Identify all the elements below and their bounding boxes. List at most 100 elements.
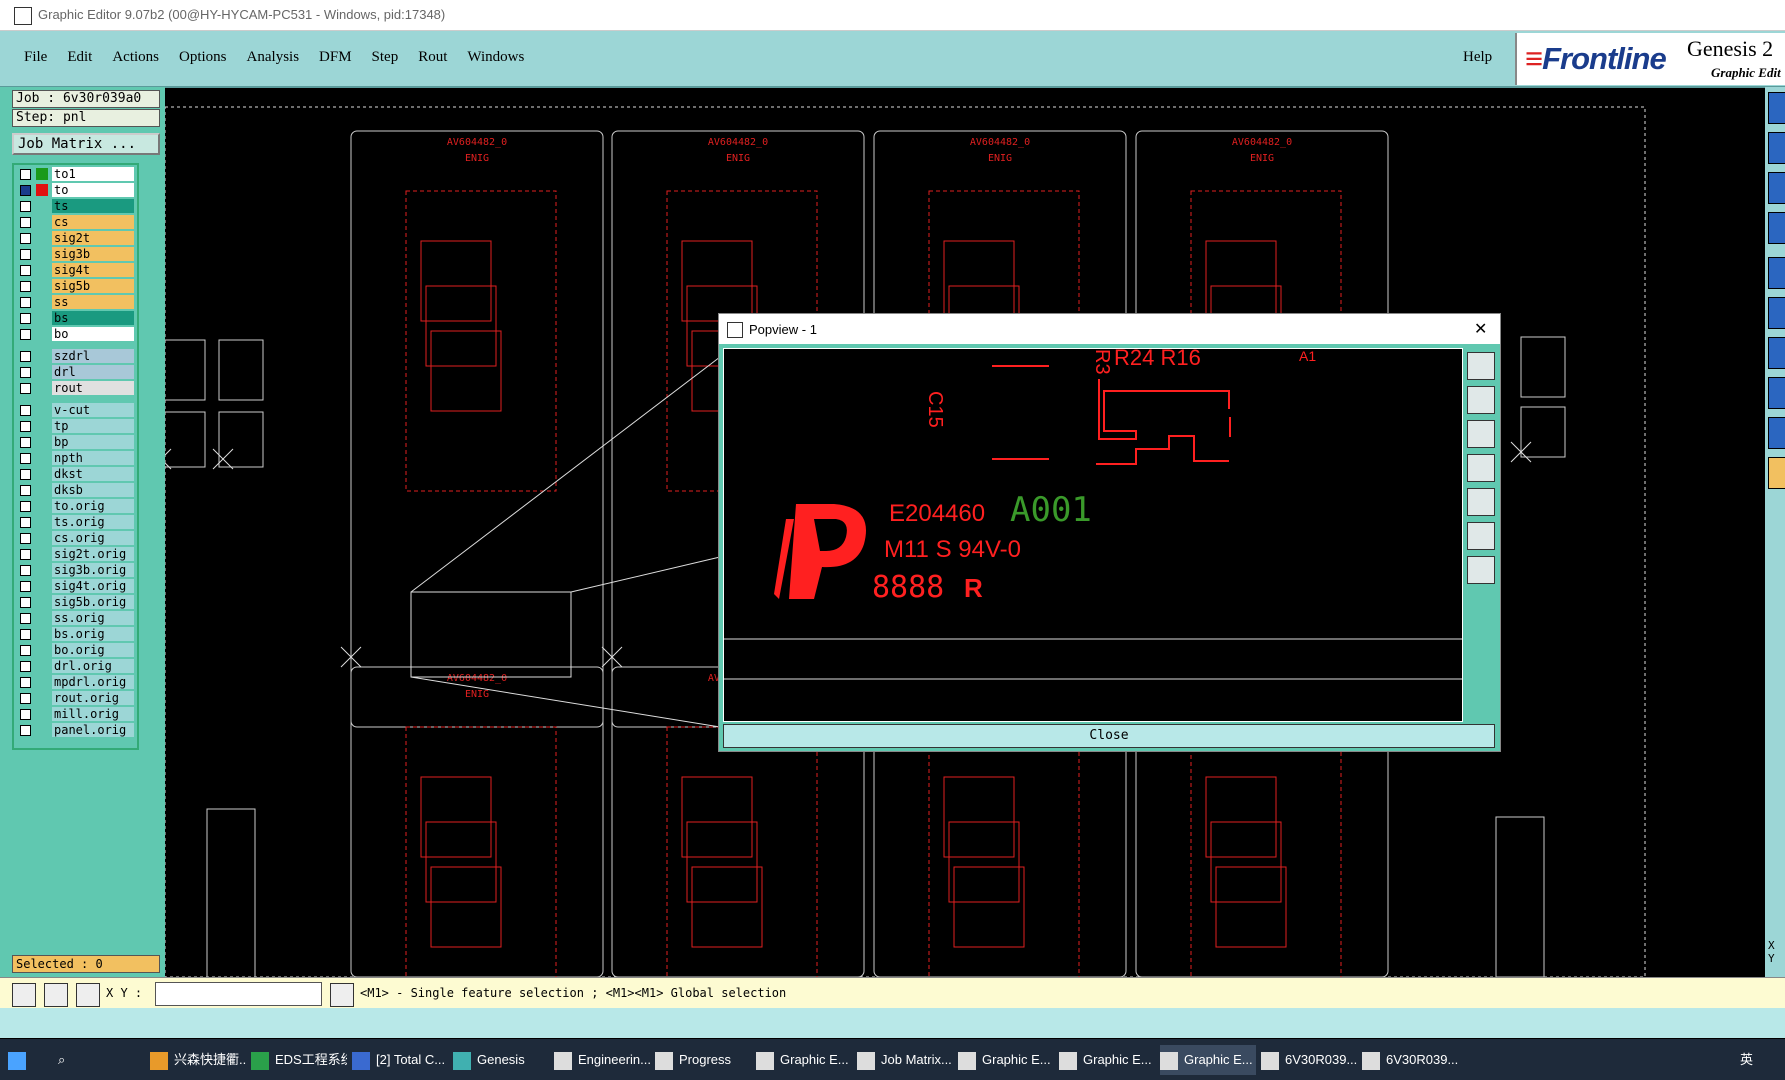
xy-input[interactable] bbox=[155, 982, 322, 1006]
layer-checkbox[interactable] bbox=[20, 383, 31, 394]
layer-row-bs[interactable]: bs bbox=[16, 311, 134, 325]
menu-options[interactable]: Options bbox=[169, 49, 237, 66]
layer-row-tp[interactable]: tp bbox=[16, 419, 134, 433]
layer-checkbox[interactable] bbox=[20, 405, 31, 416]
layer-row-mpdrl.orig[interactable]: mpdrl.orig bbox=[16, 675, 134, 689]
start-button[interactable] bbox=[8, 1045, 32, 1075]
layer-name[interactable]: bo.orig bbox=[52, 643, 134, 657]
layer-row-dkst[interactable]: dkst bbox=[16, 467, 134, 481]
pop-tool-1[interactable] bbox=[1467, 352, 1495, 380]
layer-name[interactable]: to.orig bbox=[52, 499, 134, 513]
layer-name[interactable]: ts.orig bbox=[52, 515, 134, 529]
select-tool-icon[interactable] bbox=[12, 983, 36, 1007]
layer-name[interactable]: npth bbox=[52, 451, 134, 465]
right-tool-5[interactable] bbox=[1768, 257, 1785, 289]
layer-checkbox[interactable] bbox=[20, 725, 31, 736]
layer-checkbox[interactable] bbox=[20, 597, 31, 608]
taskbar-item[interactable]: Graphic E... bbox=[1059, 1045, 1155, 1075]
layer-name[interactable]: sig3b.orig bbox=[52, 563, 134, 577]
layer-name[interactable]: sig5b.orig bbox=[52, 595, 134, 609]
layer-checkbox[interactable] bbox=[20, 265, 31, 276]
layer-checkbox[interactable] bbox=[20, 421, 31, 432]
layer-checkbox[interactable] bbox=[20, 613, 31, 624]
layer-name[interactable]: panel.orig bbox=[52, 723, 134, 737]
layer-row-szdrl[interactable]: szdrl bbox=[16, 349, 134, 363]
layer-checkbox[interactable] bbox=[20, 297, 31, 308]
layer-name[interactable]: sig5b bbox=[52, 279, 134, 293]
layer-name[interactable]: bs bbox=[52, 311, 134, 325]
layer-row-bo.orig[interactable]: bo.orig bbox=[16, 643, 134, 657]
layer-row-ss.orig[interactable]: ss.orig bbox=[16, 611, 134, 625]
popview-close-button[interactable]: Close bbox=[723, 724, 1495, 748]
layer-name[interactable]: mpdrl.orig bbox=[52, 675, 134, 689]
layer-name[interactable]: ss bbox=[52, 295, 134, 309]
menu-file[interactable]: File bbox=[14, 49, 57, 66]
layer-name[interactable]: dkst bbox=[52, 467, 134, 481]
pop-tool-6[interactable] bbox=[1467, 522, 1495, 550]
taskbar-item[interactable]: Graphic E... bbox=[958, 1045, 1054, 1075]
layer-checkbox[interactable] bbox=[20, 351, 31, 362]
ime-indicator[interactable]: 英 bbox=[1740, 1045, 1753, 1075]
layer-color-swatch[interactable] bbox=[36, 168, 48, 180]
right-tool-6[interactable] bbox=[1768, 297, 1785, 329]
pop-tool-7[interactable] bbox=[1467, 556, 1495, 584]
pop-tool-5[interactable] bbox=[1467, 488, 1495, 516]
layer-checkbox[interactable] bbox=[20, 329, 31, 340]
layer-name[interactable]: bo bbox=[52, 327, 134, 341]
layer-name[interactable]: bp bbox=[52, 435, 134, 449]
taskbar-item[interactable]: Genesis bbox=[453, 1045, 549, 1075]
layer-row-npth[interactable]: npth bbox=[16, 451, 134, 465]
layer-name[interactable]: drl bbox=[52, 365, 134, 379]
menu-dfm[interactable]: DFM bbox=[309, 49, 362, 66]
close-icon[interactable]: ✕ bbox=[1474, 319, 1487, 339]
layer-row-ts[interactable]: ts bbox=[16, 199, 134, 213]
layer-checkbox[interactable] bbox=[20, 313, 31, 324]
layer-name[interactable]: bs.orig bbox=[52, 627, 134, 641]
layer-name[interactable]: dksb bbox=[52, 483, 134, 497]
layer-row-sig5b[interactable]: sig5b bbox=[16, 279, 134, 293]
layer-color-swatch[interactable] bbox=[36, 184, 48, 196]
layer-name[interactable]: drl.orig bbox=[52, 659, 134, 673]
layer-row-drl[interactable]: drl bbox=[16, 365, 134, 379]
layer-row-bp[interactable]: bp bbox=[16, 435, 134, 449]
layer-row-to1[interactable]: to1 bbox=[16, 167, 134, 181]
menu-actions[interactable]: Actions bbox=[102, 49, 169, 66]
layer-checkbox[interactable] bbox=[20, 201, 31, 212]
layer-checkbox[interactable] bbox=[20, 469, 31, 480]
menu-analysis[interactable]: Analysis bbox=[237, 49, 310, 66]
menu-rout[interactable]: Rout bbox=[408, 49, 457, 66]
menu-step[interactable]: Step bbox=[362, 49, 409, 66]
pop-tool-2[interactable] bbox=[1467, 386, 1495, 414]
layer-row-rout.orig[interactable]: rout.orig bbox=[16, 691, 134, 705]
layer-checkbox[interactable] bbox=[20, 693, 31, 704]
pop-tool-4[interactable] bbox=[1467, 454, 1495, 482]
layer-checkbox[interactable] bbox=[20, 169, 31, 180]
layer-checkbox[interactable] bbox=[20, 517, 31, 528]
layer-checkbox[interactable] bbox=[20, 281, 31, 292]
layer-row-sig3b[interactable]: sig3b bbox=[16, 247, 134, 261]
right-tool-4[interactable] bbox=[1768, 212, 1785, 244]
layer-name[interactable]: szdrl bbox=[52, 349, 134, 363]
layer-name[interactable]: tp bbox=[52, 419, 134, 433]
info-icon[interactable] bbox=[330, 983, 354, 1007]
layer-name[interactable]: ts bbox=[52, 199, 134, 213]
layer-row-sig3b.orig[interactable]: sig3b.orig bbox=[16, 563, 134, 577]
layer-row-to.orig[interactable]: to.orig bbox=[16, 499, 134, 513]
right-tool-1[interactable] bbox=[1768, 92, 1785, 124]
right-tool-9[interactable] bbox=[1768, 417, 1785, 449]
layer-checkbox[interactable] bbox=[20, 661, 31, 672]
layer-checkbox[interactable] bbox=[20, 485, 31, 496]
layer-name[interactable]: cs bbox=[52, 215, 134, 229]
layer-row-rout[interactable]: rout bbox=[16, 381, 134, 395]
layer-checkbox[interactable] bbox=[20, 645, 31, 656]
layer-checkbox[interactable] bbox=[20, 533, 31, 544]
taskbar-item[interactable]: [2] Total C... bbox=[352, 1045, 448, 1075]
layer-row-sig4t.orig[interactable]: sig4t.orig bbox=[16, 579, 134, 593]
layer-row-sig2t[interactable]: sig2t bbox=[16, 231, 134, 245]
layer-row-sig2t.orig[interactable]: sig2t.orig bbox=[16, 547, 134, 561]
taskbar-item[interactable]: 6V30R039... bbox=[1362, 1045, 1458, 1075]
layer-checkbox[interactable] bbox=[20, 437, 31, 448]
menu-help[interactable]: Help bbox=[1463, 49, 1492, 66]
layer-row-cs.orig[interactable]: cs.orig bbox=[16, 531, 134, 545]
layer-row-mill.orig[interactable]: mill.orig bbox=[16, 707, 134, 721]
